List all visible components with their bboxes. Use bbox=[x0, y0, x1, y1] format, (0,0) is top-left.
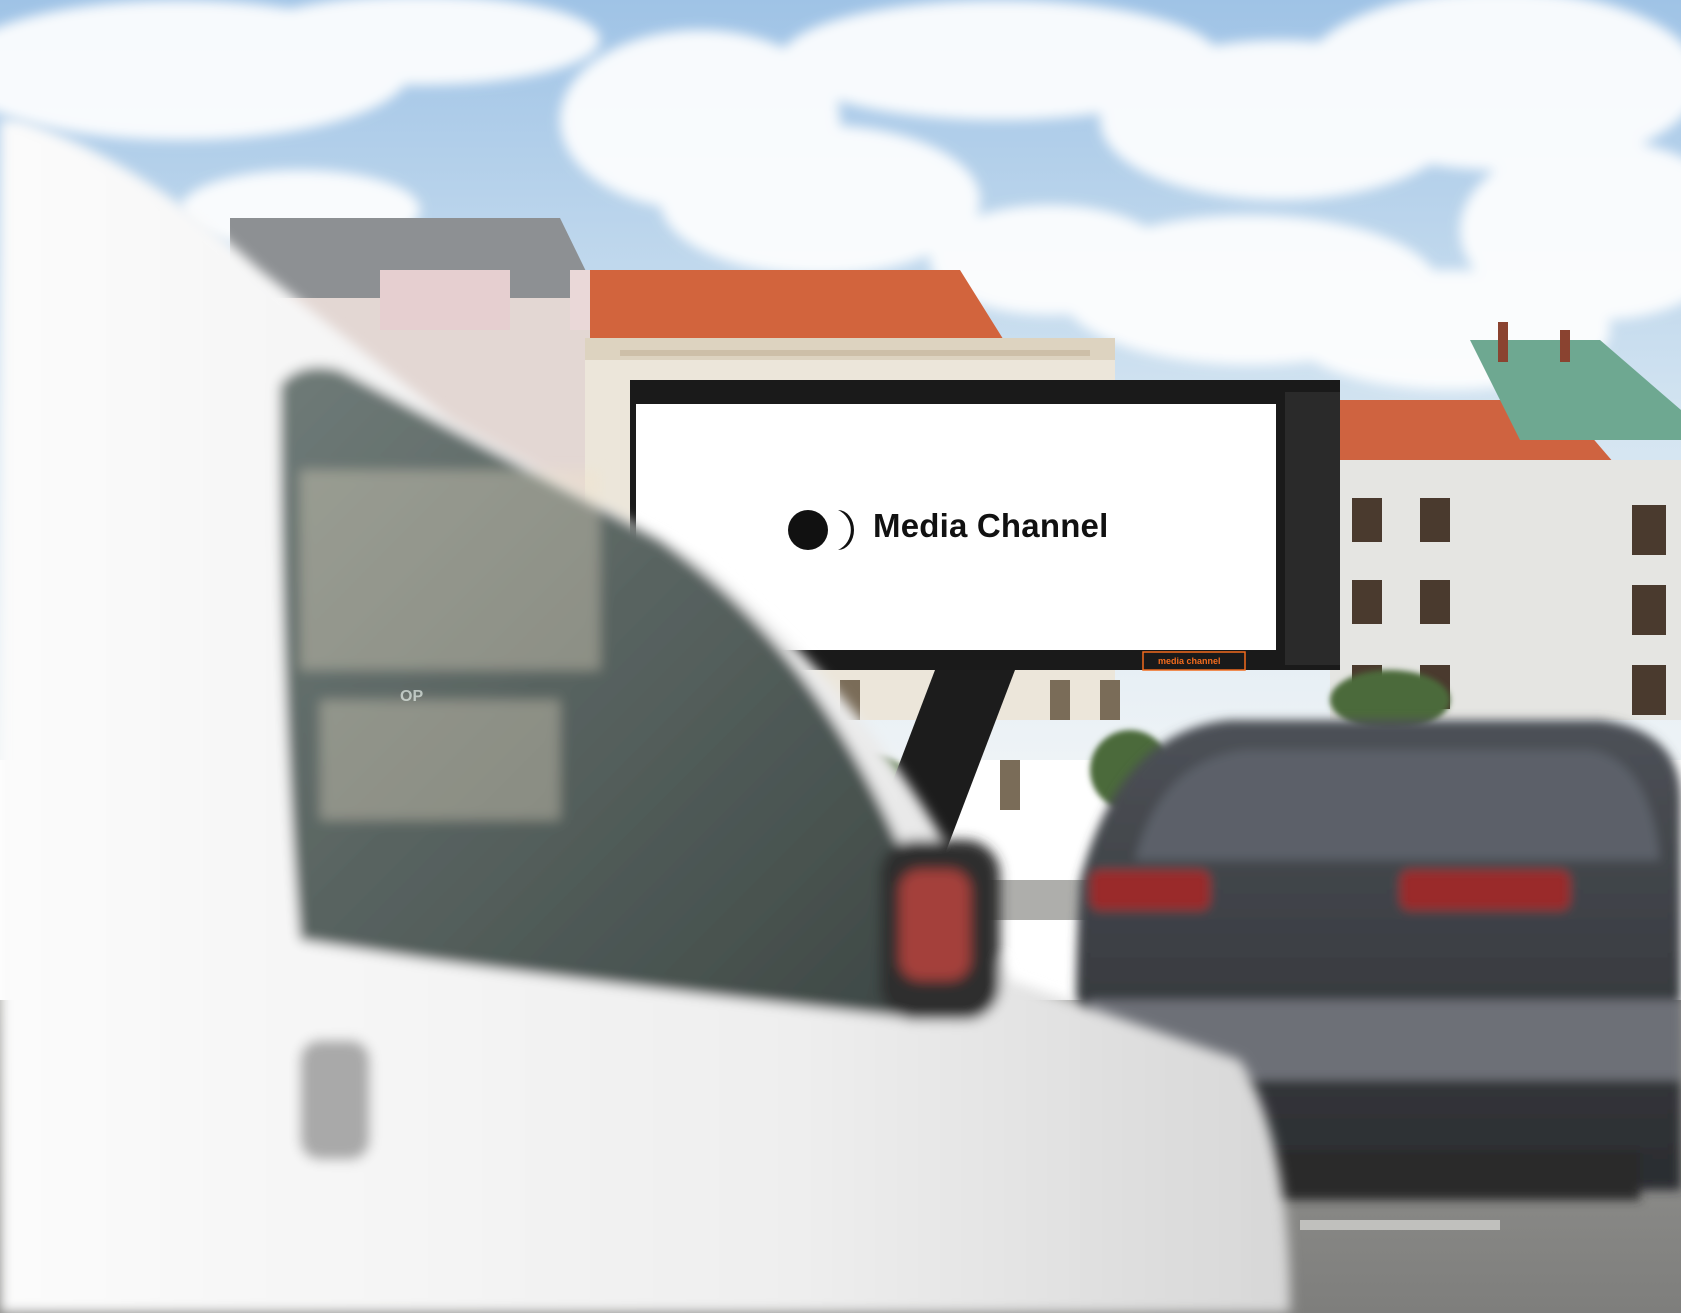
building-sign-text: OP bbox=[400, 688, 424, 705]
van-door-handle bbox=[300, 1040, 370, 1160]
street-scene-photo: OP Media Channel media channel bbox=[0, 0, 1681, 1313]
billboard-brand-name: Media Channel bbox=[873, 507, 1109, 544]
road-marking bbox=[1300, 1220, 1500, 1230]
photo-illustration bbox=[0, 0, 1681, 1313]
billboard-small-brand-label: media channel bbox=[1158, 656, 1221, 666]
